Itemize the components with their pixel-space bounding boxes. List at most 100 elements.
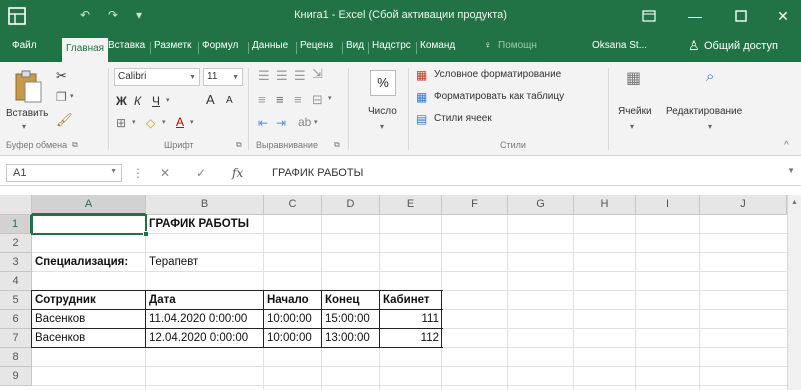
tab-data[interactable]: Данные [252,40,288,60]
font-launcher-icon[interactable]: ⧉ [236,140,242,150]
chevron-down-icon[interactable]: ▼ [189,74,196,81]
font-color-icon[interactable]: A [176,115,184,129]
table-cell-start[interactable]: 10:00:00 [264,329,322,348]
tab-addins[interactable]: Надстрс [372,40,411,60]
cell-b1-title[interactable]: ГРАФИК РАБОТЫ [146,215,322,234]
header-date[interactable]: Дата [146,291,264,310]
bold-button[interactable]: Ж [116,94,127,108]
cell-a3-spec-label[interactable]: Специализация: [32,253,146,272]
table-cell-date[interactable]: 11.04.2020 0:00:00 [146,310,264,329]
cells-icon[interactable]: ▦ [626,68,641,88]
shrink-font-button[interactable]: A [226,95,233,106]
font-name-input[interactable]: Calibri ▼ [114,68,200,86]
formula-content[interactable]: ГРАФИК РАБОТЫ [272,167,363,179]
table-cell-date[interactable]: 12.04.2020 0:00:00 [146,329,264,348]
italic-button[interactable]: К [134,94,141,108]
column-header-g[interactable]: G [508,195,574,215]
tab-insert[interactable]: Вставка [108,40,145,60]
table-cell-room[interactable]: 111 [380,310,442,329]
tab-team[interactable]: Команд [420,40,455,60]
cut-icon[interactable]: ✂ [56,68,67,84]
scroll-up-icon[interactable]: ▲ [791,199,798,206]
align-center-icon[interactable]: ≡ [276,92,284,107]
fill-color-dropdown-icon[interactable]: ▾ [162,118,166,126]
column-header-f[interactable]: F [442,195,508,215]
header-start[interactable]: Начало [264,291,322,310]
minimize-button[interactable]: — [672,0,718,32]
decrease-indent-icon[interactable]: ⇤ [258,116,268,130]
insert-function-icon[interactable]: fx [232,166,243,180]
table-cell-end[interactable]: 13:00:00 [322,329,380,348]
number-format-icon[interactable]: % [370,70,396,96]
tell-me-box[interactable]: Помощн [498,40,537,60]
share-icon[interactable]: ♙ [688,38,700,58]
conditional-format-button[interactable]: Условное форматирование [434,69,561,80]
row-header-6[interactable]: 6 [0,310,32,329]
borders-icon[interactable]: ⊞ [116,116,126,130]
row-header-3[interactable]: 3 [0,253,32,272]
column-header-a[interactable]: A [32,195,146,215]
collapse-ribbon-icon[interactable]: ^ [784,140,789,151]
align-bottom-icon[interactable]: ☰ [294,68,306,84]
column-header-h[interactable]: H [574,195,636,215]
font-color-dropdown-icon[interactable]: ▾ [190,118,194,126]
row-header-1[interactable]: 1 [0,215,32,234]
ribbon-display-options-icon[interactable] [626,0,672,32]
format-as-table-button[interactable]: Форматировать как таблицу [434,91,564,102]
wrap-text-icon[interactable]: ⇲ [312,66,323,82]
editing-dropdown-icon[interactable]: ▾ [708,122,712,131]
row-header-9[interactable]: 9 [0,367,32,386]
column-header-j[interactable]: J [700,195,787,215]
format-painter-icon[interactable]: 🖌 [56,112,73,128]
header-room[interactable]: Кабинет [380,291,442,310]
tab-review[interactable]: Реценз [300,40,333,60]
paste-dropdown-icon[interactable]: ▾ [22,122,26,131]
row-header-7[interactable]: 7 [0,329,32,348]
table-cell-start[interactable]: 10:00:00 [264,310,322,329]
row-header-2[interactable]: 2 [0,234,32,253]
column-header-c[interactable]: C [264,195,322,215]
increase-indent-icon[interactable]: ⇥ [276,116,286,130]
orientation-icon[interactable]: ab [298,115,311,129]
header-employee[interactable]: Сотрудник [32,291,146,310]
paste-icon[interactable] [12,68,44,104]
name-box[interactable]: A1 ▼ [6,164,122,182]
table-cell-employee[interactable]: Васенков [32,329,146,348]
cell-styles-icon[interactable]: ▤ [416,112,427,126]
tab-formulas[interactable]: Формул [202,40,238,60]
number-group-button[interactable]: Число [368,106,397,117]
enter-icon[interactable]: ✓ [196,166,206,180]
column-header-i[interactable]: I [636,195,700,215]
table-cell-employee[interactable]: Васенков [32,310,146,329]
share-button[interactable]: Общий доступ [704,40,778,60]
find-icon[interactable]: ⌕ [706,68,714,85]
row-header-4[interactable]: 4 [0,272,32,291]
copy-dropdown-icon[interactable]: ▾ [70,92,74,100]
conditional-format-icon[interactable]: ▦ [416,68,427,82]
tab-page-layout[interactable]: Разметк [154,40,191,60]
column-header-d[interactable]: D [322,195,380,215]
clipboard-launcher-icon[interactable]: ⧉ [72,140,78,150]
close-button[interactable]: ✕ [760,0,801,32]
editing-button[interactable]: Редактирование [666,106,742,117]
borders-dropdown-icon[interactable]: ▾ [132,118,136,126]
align-right-icon[interactable]: ≡ [294,92,302,107]
cancel-icon[interactable]: ✕ [160,166,170,180]
merge-center-icon[interactable]: ⊟ [312,92,323,108]
chevron-down-icon[interactable]: ▼ [232,74,239,81]
select-all-corner[interactable] [0,195,32,215]
cells-button[interactable]: Ячейки [618,106,652,117]
number-dropdown-icon[interactable]: ▾ [380,122,384,131]
row-header-5[interactable]: 5 [0,291,32,310]
orientation-dropdown-icon[interactable]: ▾ [314,118,318,126]
expand-formula-bar-icon[interactable]: ▼ [787,166,795,175]
table-cell-end[interactable]: 15:00:00 [322,310,380,329]
font-size-input[interactable]: 11 ▼ [203,68,243,86]
tell-me-icon[interactable]: ♀ [484,40,492,60]
format-as-table-icon[interactable]: ▦ [416,90,427,104]
tab-file[interactable]: Файл [12,40,37,60]
underline-button[interactable]: Ч [152,94,160,108]
fill-handle[interactable] [143,231,149,237]
user-account[interactable]: Oksana St... [592,40,647,60]
table-cell-room[interactable]: 112 [380,329,442,348]
